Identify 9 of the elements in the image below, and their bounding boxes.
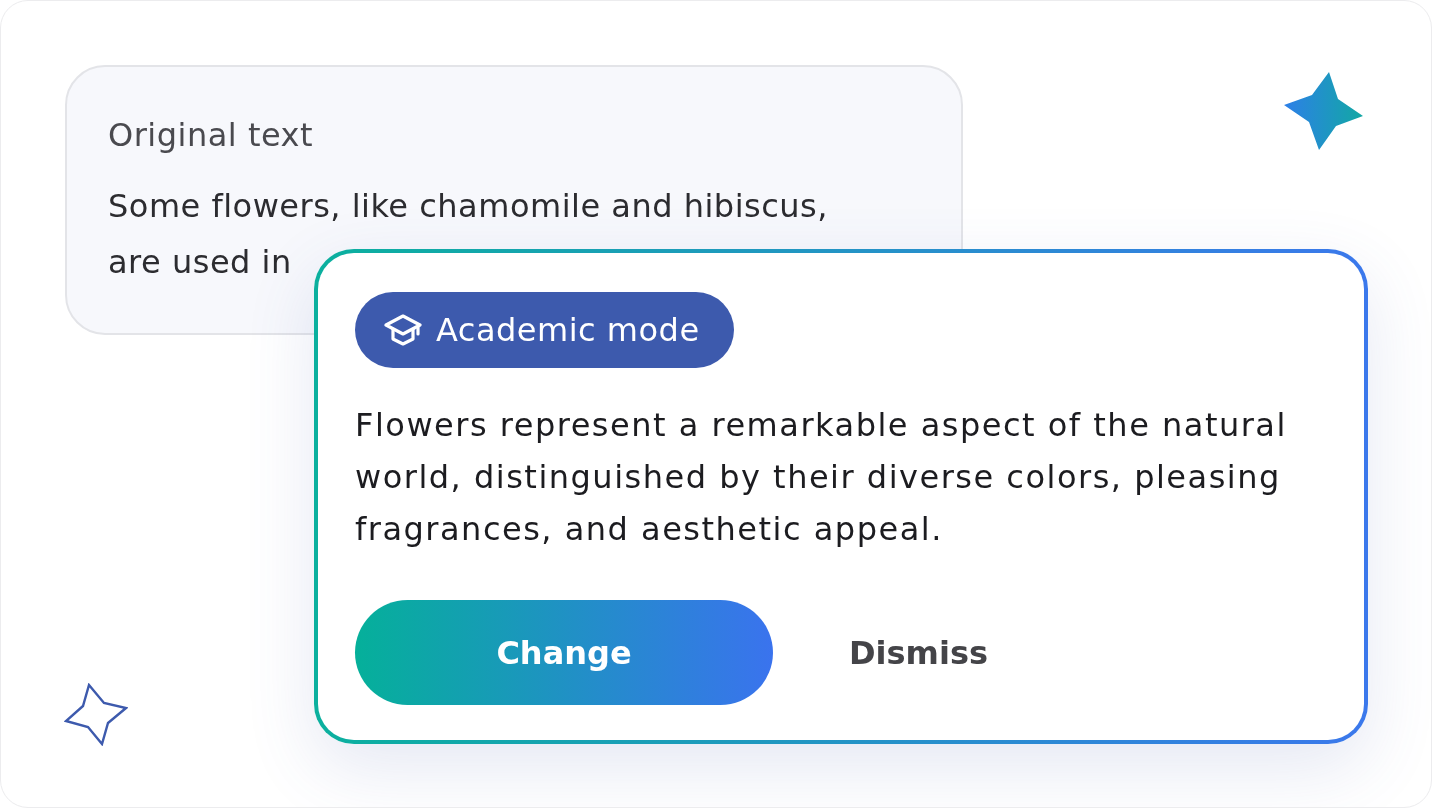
dismiss-button[interactable]: Dismiss — [849, 632, 988, 673]
badge-label: Academic mode — [436, 310, 700, 350]
rewritten-text: Flowers represent a remarkable aspect of the natural world, distinguished by their diverse colors, pleasing fragrances, and aesthetic appeal. — [355, 405, 1288, 550]
change-button[interactable]: Change — [355, 600, 773, 705]
sparkle-outline-icon — [64, 683, 128, 746]
sparkle-icon — [1284, 72, 1363, 150]
original-text: Some flowers, like chamomile and hibiscus, are used in — [108, 186, 829, 283]
card-title: Original text — [108, 115, 314, 156]
graduation-cap-icon — [384, 314, 422, 346]
